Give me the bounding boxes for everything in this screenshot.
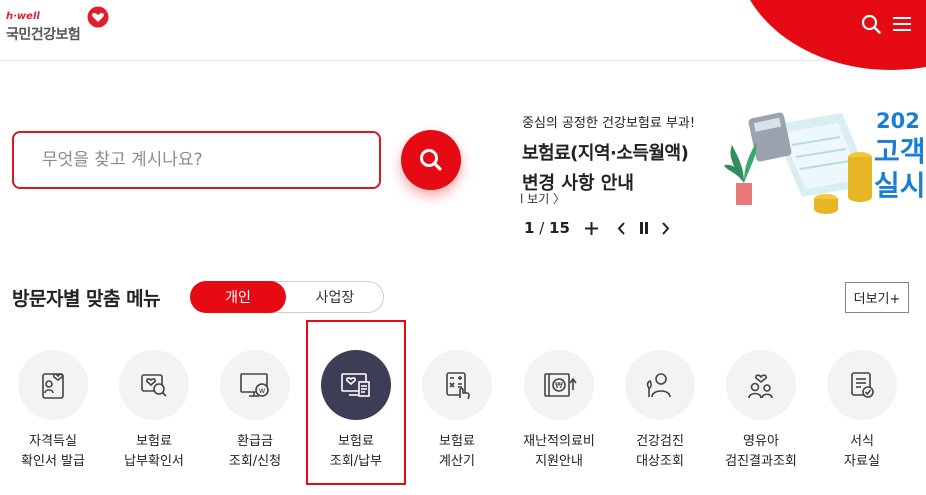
medical-support-icon: ₩ [544, 373, 577, 397]
menu-label-line1: 재난적의료비 [523, 434, 595, 449]
menu-label-line1: 환급금 [237, 434, 273, 449]
infant-checkup-icon [748, 374, 773, 399]
menu-item-documents[interactable]: 서식 자료실 [816, 350, 908, 474]
calculator-icon [446, 372, 470, 400]
search-input[interactable] [14, 133, 379, 187]
toggle-business[interactable]: 사업장 [287, 281, 383, 313]
menu-icon-circle [321, 350, 391, 420]
refund-monitor-icon: w [240, 373, 269, 397]
banner-text: 중심의 공정한 건강보험료 부과! 보험료(지역·소득월액) 변경 사항 안내 [522, 112, 722, 195]
menu-label-line1: 영유아 [743, 434, 779, 449]
pager-current: 1 [524, 219, 535, 237]
pager-next-button[interactable] [660, 221, 672, 235]
menu-label-line2: 조회/신청 [228, 454, 282, 469]
search-box [12, 131, 381, 189]
menu-item-label: 자격득실 확인서 발급 [7, 432, 99, 472]
menu-label-line2: 자료실 [844, 454, 880, 469]
menu-label-line1: 자격득실 [29, 434, 77, 449]
toggle-personal[interactable]: 개인 [190, 281, 286, 313]
menu-item-label: 영유아 검진결과조회 [715, 432, 807, 472]
menu-item-label: 서식 자료실 [816, 432, 908, 472]
menu-item-infant-checkup[interactable]: 영유아 검진결과조회 [715, 350, 807, 474]
menu-icon-circle: ₩ [524, 350, 594, 420]
hamburger-menu-icon [893, 17, 911, 31]
menu-icon-circle [422, 350, 492, 420]
header: h·well 국민건강보험 [0, 0, 926, 70]
menu-item-payment-certificate[interactable]: 보험료 납부확인서 [108, 350, 200, 474]
menu-label-line2: 조회/납부 [329, 454, 383, 469]
more-button[interactable]: 더보기+ [845, 282, 909, 313]
insurance-payment-icon [341, 373, 370, 397]
pause-icon [639, 222, 648, 234]
menu-item-health-checkup[interactable]: 건강검진 대상조회 [614, 350, 706, 474]
header-search-button[interactable] [859, 12, 883, 36]
pager-pause-button[interactable] [638, 222, 650, 234]
chevron-left-icon [618, 221, 626, 235]
menu-label-line1: 보험료 [338, 434, 374, 449]
menu-label-line1: 서식 [850, 434, 874, 449]
banner-pager: 1 / 15 [524, 219, 672, 237]
menu-item-calculator[interactable]: 보험료 계산기 [411, 350, 503, 474]
menu-label-line2: 지원안내 [535, 454, 583, 469]
banner-image-text-line1: 고객 [874, 135, 926, 168]
banner-image-text-line2: 실시 [874, 169, 926, 202]
banner-image[interactable]: 202 고객 실시 [722, 105, 926, 225]
menu-label-line1: 보험료 [439, 434, 475, 449]
menu-item-label: 보험료 계산기 [411, 432, 503, 472]
menu-icon-circle [625, 350, 695, 420]
menu-icon-circle [827, 350, 897, 420]
pager-total: 15 [549, 219, 570, 237]
pager-prev-button[interactable] [616, 221, 628, 235]
logo-text: 국민건강보험 [6, 27, 81, 43]
menu-item-label: 보험료 조회/납부 [310, 432, 402, 472]
menu-item-label: 재난적의료비 지원안내 [513, 432, 605, 472]
menu-icon-circle [18, 350, 88, 420]
menu-label-line2: 대상조회 [636, 454, 684, 469]
banner-image-year: 202 [876, 109, 920, 133]
id-card-heart-icon [42, 373, 64, 399]
documents-icon [851, 372, 874, 398]
menu-item-label: 환급금 조회/신청 [209, 432, 301, 472]
section-title: 방문자별 맞춤 메뉴 [12, 288, 161, 310]
svg-text:₩: ₩ [555, 381, 563, 390]
menu-label-line1: 보험료 [136, 434, 172, 449]
logo[interactable]: h·well 국민건강보험 [6, 6, 116, 46]
menu-item-label: 보험료 납부확인서 [108, 432, 200, 472]
menu-label-line2: 검진결과조회 [725, 454, 797, 469]
banner-subtitle: 중심의 공정한 건강보험료 부과! [522, 116, 696, 131]
menu-item-medical-support[interactable]: ₩ 재난적의료비 지원안내 [513, 350, 605, 474]
menu-item-label: 건강검진 대상조회 [614, 432, 706, 472]
menu-item-refund[interactable]: w 환급금 조회/신청 [209, 350, 301, 474]
menu-item-qualification[interactable]: 자격득실 확인서 발급 [7, 350, 99, 474]
app-root: h·well 국민건강보험 무엇을 찾고 계시나요? 중심의 공정한 건강보험료… [0, 0, 926, 495]
pager-plus-button[interactable] [584, 221, 600, 235]
menu-label-line2: 확인서 발급 [21, 454, 85, 469]
menu-icon-circle: w [220, 350, 290, 420]
menu-label-line2: 납부확인서 [124, 454, 184, 469]
banner-image-text: 고객 실시 [874, 135, 926, 203]
menu-icon-circle [726, 350, 796, 420]
header-menu-button[interactable] [890, 12, 914, 36]
health-checkup-icon [646, 373, 671, 398]
menu-item-insurance-payment[interactable]: 보험료 조회/납부 [310, 350, 402, 474]
insurance-search-icon [141, 374, 167, 397]
search-button[interactable] [401, 130, 461, 190]
heart-logo-icon [87, 6, 109, 28]
plus-icon [585, 221, 599, 235]
logo-sub-text: h·well [6, 11, 40, 22]
visitor-type-toggle: 개인 사업장 [190, 281, 384, 313]
banner-more-link[interactable]: l 보기 〉 [520, 190, 565, 207]
pager-separator: / [534, 219, 550, 237]
banner-title-line1: 보험료(지역·소득월액) [522, 143, 689, 164]
menu-icon-circle [119, 350, 189, 420]
menu-label-line1: 건강검진 [636, 434, 684, 449]
svg-text:w: w [259, 386, 266, 395]
search-icon [420, 149, 442, 171]
chevron-right-icon [662, 221, 670, 235]
search-icon [861, 14, 881, 34]
menu-label-line2: 계산기 [439, 454, 475, 469]
